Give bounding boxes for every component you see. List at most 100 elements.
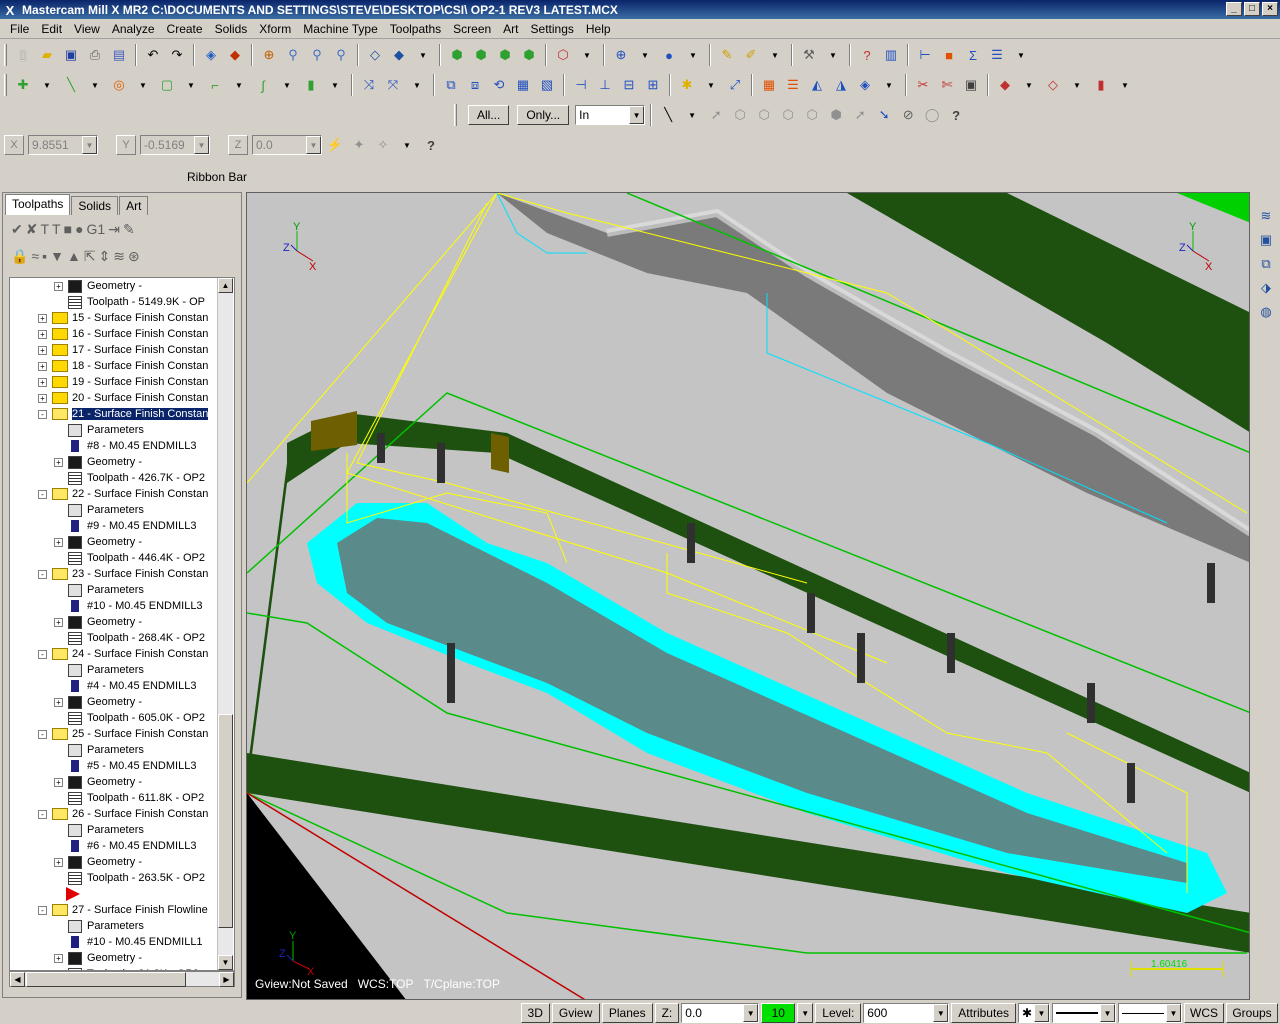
tree-row[interactable]: + Geometry - <box>10 774 234 790</box>
expand-icon[interactable]: + <box>54 281 63 291</box>
collapse-icon[interactable]: - <box>38 905 47 915</box>
tree-row[interactable]: #9 - M0.45 ENDMILL3 <box>10 518 234 534</box>
zoom-in-icon[interactable]: ⚲ <box>330 44 352 66</box>
menu-solids[interactable]: Solids <box>209 22 254 36</box>
menu-edit[interactable]: Edit <box>35 22 68 36</box>
break-icon[interactable]: ⤧ <box>382 74 404 96</box>
scroll-thumb[interactable] <box>218 714 233 928</box>
repaint-icon[interactable]: ◆ <box>224 44 246 66</box>
autocursor-icon[interactable]: ✦ <box>348 134 370 156</box>
dropdown-arrow-icon[interactable]: ▼ <box>797 1003 814 1023</box>
tree-horizontal-scrollbar[interactable]: ◀ ▶ <box>9 971 235 987</box>
tree-row[interactable]: Toolpath - 263.5K - OP2 <box>10 870 234 886</box>
fast-point-icon[interactable]: ⚡ <box>324 134 346 156</box>
tree-vertical-scrollbar[interactable]: ▲ ▼ <box>217 278 233 970</box>
tree-row[interactable]: - 23 - Surface Finish Constan <box>10 566 234 582</box>
y-coord-label[interactable]: Y <box>116 135 136 155</box>
dropdown-arrow-icon[interactable]: ▼ <box>396 134 418 156</box>
print-preview-icon[interactable]: ▤ <box>108 44 130 66</box>
surface-trim-icon[interactable]: ◇ <box>1042 74 1064 96</box>
drill-icon[interactable]: ⊥ <box>594 74 616 96</box>
x-coord-field[interactable]: 9.8551 ▼ <box>28 135 98 155</box>
collapse-icon[interactable]: - <box>38 729 47 739</box>
attributes-button[interactable]: Attributes <box>951 1003 1016 1023</box>
select-dirty-ops-icon[interactable]: ✘ <box>26 221 38 238</box>
select-line-icon[interactable]: ╲ <box>657 104 679 126</box>
dropdown-arrow-icon[interactable]: ▼ <box>228 74 250 96</box>
tree-row[interactable]: Parameters <box>10 918 234 934</box>
tree-row[interactable]: Toolpath - 446.4K - OP2 <box>10 550 234 566</box>
tree-row[interactable]: Parameters <box>10 742 234 758</box>
globe-icon[interactable]: ◍ <box>1256 302 1276 322</box>
dropdown-arrow-icon[interactable]: ▼ <box>1018 74 1040 96</box>
rotate-icon[interactable]: ⟲ <box>488 74 510 96</box>
expand-icon[interactable]: + <box>38 329 47 339</box>
tree-row[interactable]: + Geometry - <box>10 854 234 870</box>
expand-icon[interactable]: + <box>38 361 47 371</box>
tree-row[interactable]: - 25 - Surface Finish Constan <box>10 726 234 742</box>
tree-row[interactable]: Parameters <box>10 582 234 598</box>
dropdown-arrow-icon[interactable]: ▼ <box>412 44 434 66</box>
z-depth-field[interactable]: 0.0 ▼ <box>681 1003 760 1023</box>
redo-icon[interactable]: ↷ <box>166 44 188 66</box>
select-cursor-icon[interactable]: ➚ <box>705 104 727 126</box>
zoom-window-icon[interactable]: ⚲ <box>282 44 304 66</box>
open-file-icon[interactable]: ▰ <box>36 44 58 66</box>
select-hex3-icon[interactable]: ⬡ <box>801 104 823 126</box>
new-file-icon[interactable]: ▯ <box>12 44 34 66</box>
minimize-button[interactable]: _ <box>1226 2 1242 16</box>
scroll-right-icon[interactable]: ▶ <box>219 972 234 987</box>
level-field[interactable]: 600 ▼ <box>863 1003 950 1023</box>
select-all-ops-icon[interactable]: ✔ <box>11 221 23 238</box>
scroll-down-icon[interactable]: ▼ <box>218 955 233 970</box>
expand-icon[interactable]: + <box>54 537 63 547</box>
no-select-icon[interactable]: ⊘ <box>897 104 919 126</box>
select-hex2-icon[interactable]: ⬡ <box>777 104 799 126</box>
tree-row[interactable]: + Geometry - <box>10 950 234 966</box>
tree-row[interactable]: #8 - M0.45 ENDMILL3 <box>10 438 234 454</box>
tab-art[interactable]: Art <box>119 196 149 215</box>
help-icon[interactable]: ? <box>420 134 442 156</box>
solid-extrude-icon[interactable]: ✂ <box>912 74 934 96</box>
gview-button[interactable]: Gview <box>551 1003 600 1023</box>
tree-row[interactable]: + Geometry - <box>10 694 234 710</box>
level-label[interactable]: Level: <box>815 1003 862 1023</box>
tree-row[interactable]: +20 - Surface Finish Constan <box>10 390 234 406</box>
dropdown-arrow-icon[interactable]: ▼ <box>276 74 298 96</box>
select-all-ops-icon[interactable]: ☰ <box>986 44 1008 66</box>
dropdown-arrow-icon[interactable]: ▼ <box>681 104 703 126</box>
maximize-button[interactable]: □ <box>1244 2 1260 16</box>
select-pointer-icon[interactable]: ➘ <box>873 104 895 126</box>
tree-row[interactable]: +19 - Surface Finish Constan <box>10 374 234 390</box>
expand-icon[interactable]: + <box>38 313 47 323</box>
scroll-left-icon[interactable]: ◀ <box>10 972 25 987</box>
tree-row[interactable]: Parameters <box>10 502 234 518</box>
lock-icon[interactable]: 🔒 <box>11 248 28 265</box>
tree-row[interactable]: Parameters <box>10 662 234 678</box>
tree-row[interactable]: +18 - Surface Finish Constan <box>10 358 234 374</box>
undo-icon[interactable]: ↶ <box>142 44 164 66</box>
groups-button[interactable]: Groups <box>1226 1003 1278 1023</box>
tab-toolpaths[interactable]: Toolpaths <box>5 194 71 215</box>
color-swatch-button[interactable]: 10 <box>761 1003 796 1023</box>
offset-icon[interactable]: ▧ <box>536 74 558 96</box>
tree-row[interactable]: Toolpath - 5149.9K - OP <box>10 294 234 310</box>
tree-row[interactable]: +17 - Surface Finish Constan <box>10 342 234 358</box>
surface-rough-icon[interactable]: ▦ <box>758 74 780 96</box>
ops-manager-icon[interactable]: ▥ <box>880 44 902 66</box>
tree-row[interactable]: #5 - M0.45 ENDMILL3 <box>10 758 234 774</box>
tree-row[interactable]: Toolpath - 426.7K - OP2 <box>10 470 234 486</box>
expand-icon[interactable]: + <box>38 393 47 403</box>
tab-solids[interactable]: Solids <box>71 196 119 215</box>
side-view-icon[interactable]: ⬢ <box>518 44 540 66</box>
toolpath-tree[interactable]: + Geometry - Toolpath - 5149.9K - OP +15 - … <box>9 277 235 971</box>
dropdown-arrow-icon[interactable]: ▼ <box>700 74 722 96</box>
expand-icon[interactable]: + <box>38 377 47 387</box>
dropdown-arrow-icon[interactable]: ▼ <box>36 74 58 96</box>
solid-layer-icon[interactable]: ▣ <box>960 74 982 96</box>
menu-file[interactable]: File <box>4 22 35 36</box>
select-solid-icon[interactable]: ⬢ <box>825 104 847 126</box>
tree-row[interactable]: + Geometry - <box>10 454 234 470</box>
verify-ops-icon[interactable]: ● <box>75 221 83 237</box>
fit-icon[interactable]: ⊕ <box>258 44 280 66</box>
